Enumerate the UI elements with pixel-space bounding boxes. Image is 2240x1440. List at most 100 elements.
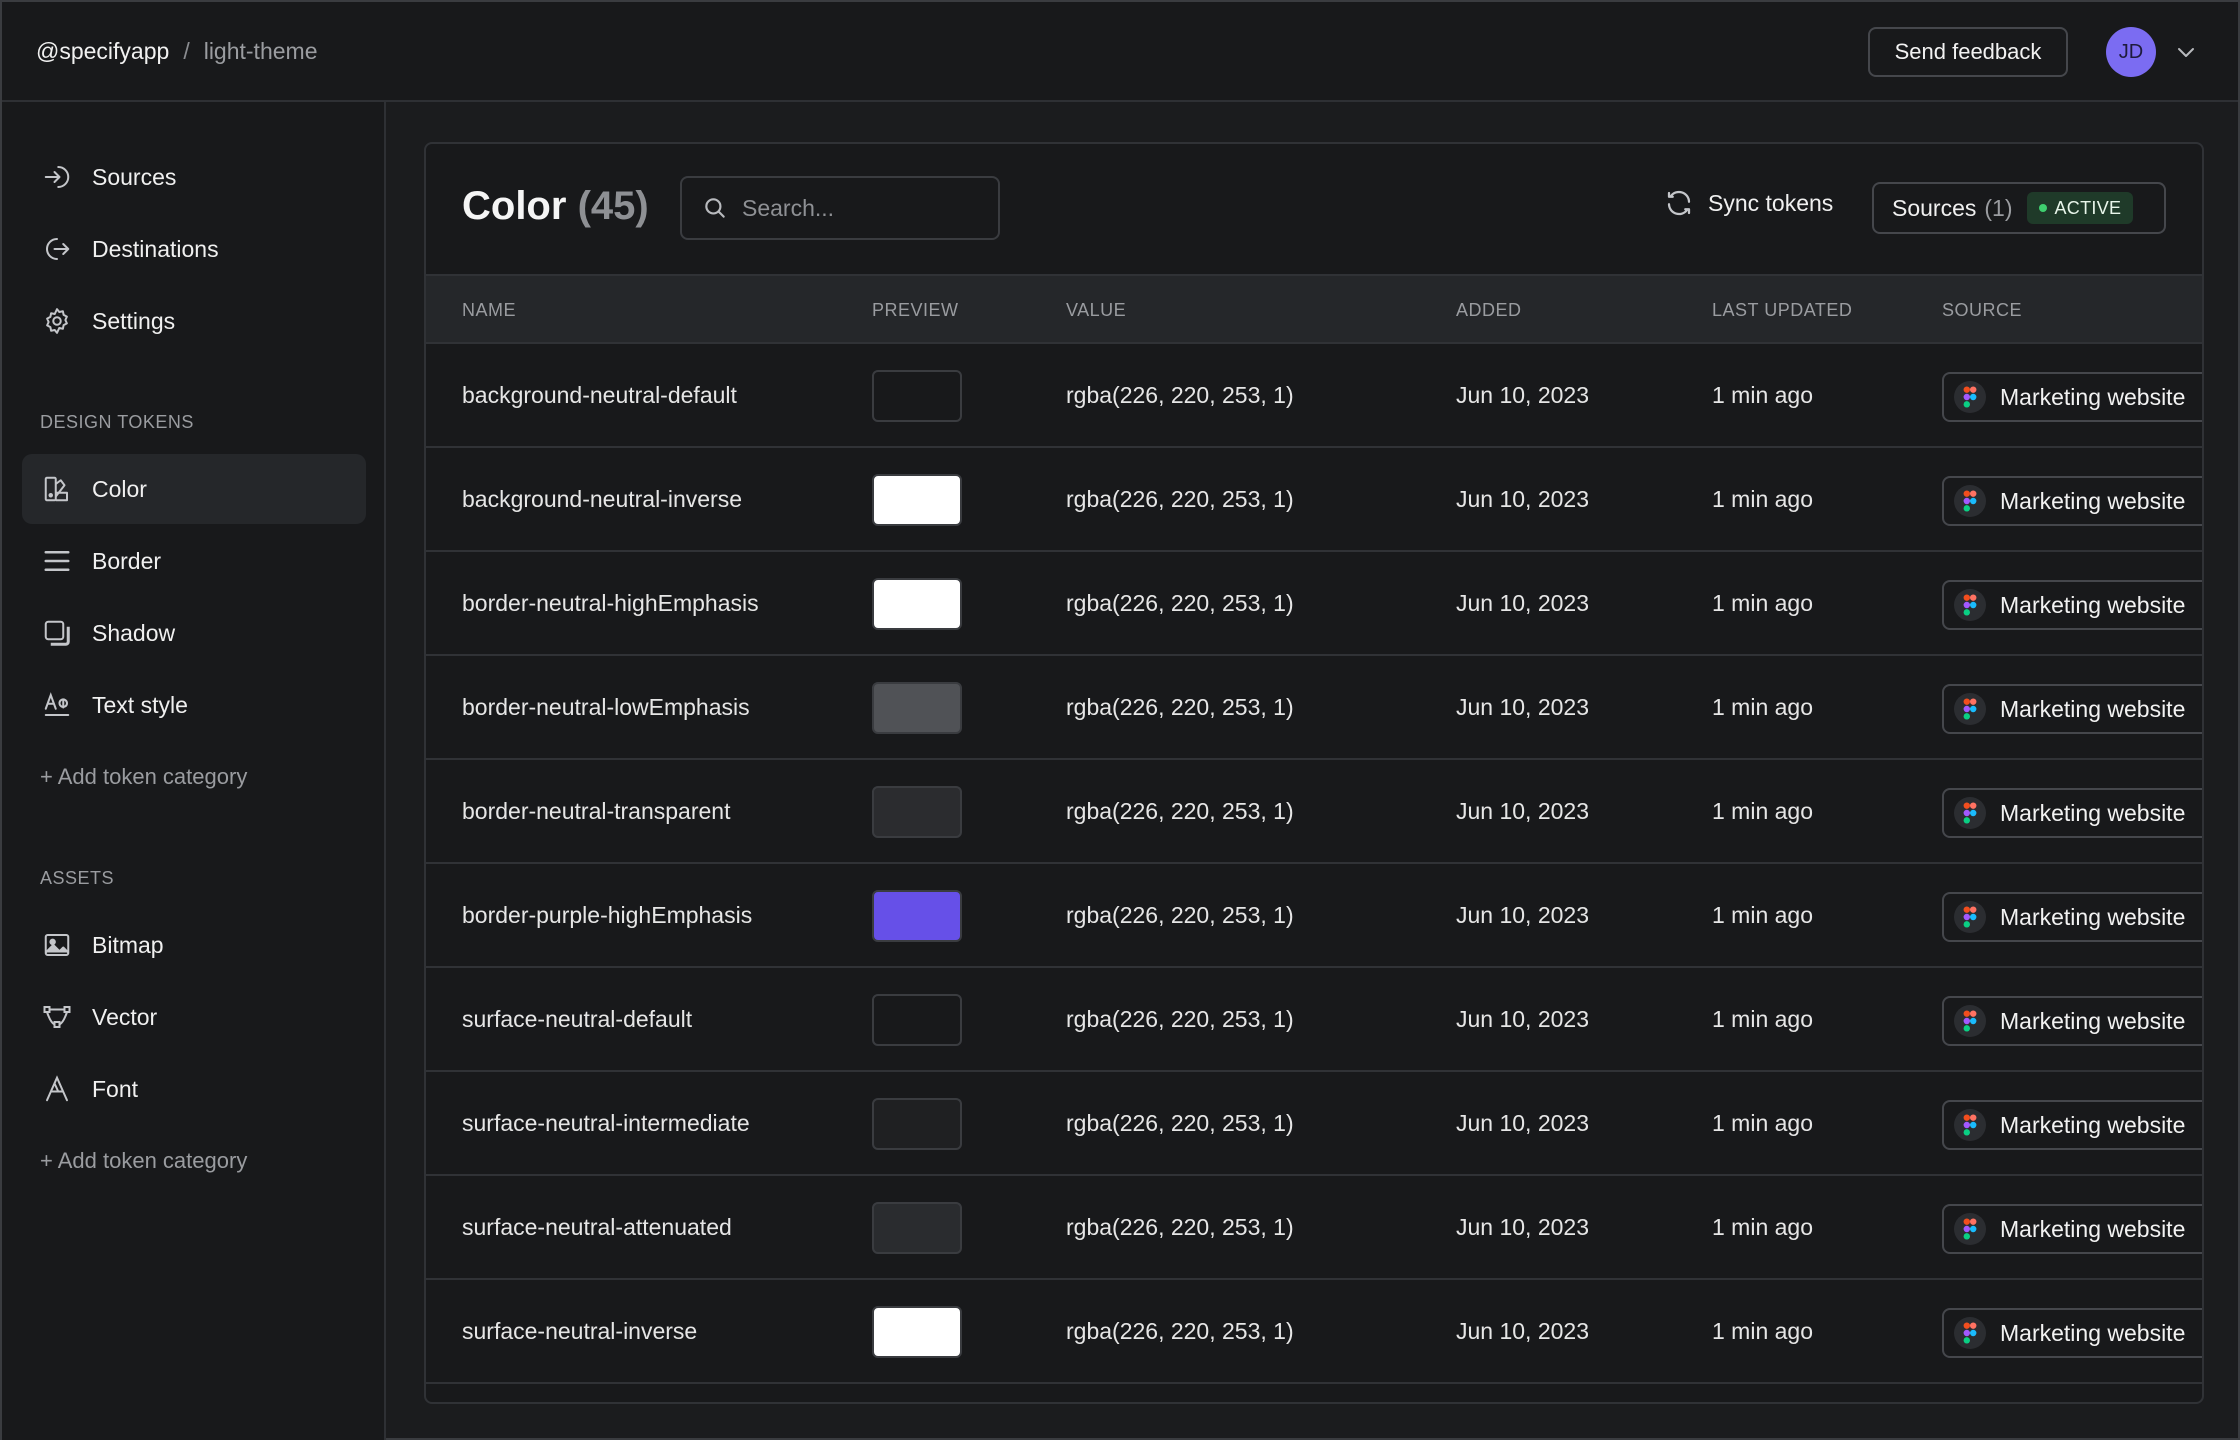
token-name: surface-neutral-inverse [462,1318,698,1344]
panel-header: Color (45) Sync tokens Sources (1) ACTIV… [426,144,2202,274]
token-added-date: Jun 10, 2023 [1456,486,1590,512]
table-row[interactable]: background-neutral-default rgba(226, 220,… [426,344,2202,448]
table-header: NAME PREVIEW VALUE ADDED LAST UPDATED SO… [426,274,2202,344]
sidebar-item-text-style[interactable]: Text style [22,670,366,740]
sidebar: Sources Destinations Settings DESIGN TOK… [2,102,386,1440]
search-box[interactable] [680,176,1000,240]
token-name: surface-neutral-attenuated [462,1214,732,1240]
search-input[interactable] [742,194,982,222]
arrow-out-icon [40,232,74,266]
sidebar-item-sources[interactable]: Sources [22,142,366,212]
table-row[interactable]: surface-neutral-intermediate rgba(226, 22… [426,1072,2202,1176]
token-value: rgba(226, 220, 253, 1) [1066,902,1294,928]
top-bar: @specifyapp / light-theme Send feedback … [2,2,2238,102]
source-button[interactable]: Marketing website [1942,684,2202,734]
page-title: Color (45) [462,184,649,229]
token-last-updated: 1 min ago [1712,382,1814,408]
table-row[interactable]: surface-neutral-inverse rgba(226, 220, 25… [426,1280,2202,1384]
vector-icon [40,1000,74,1034]
design-tokens-heading: DESIGN TOKENS [40,412,194,432]
status-dot [2038,204,2047,212]
avatar[interactable]: JD [2106,27,2156,77]
sidebar-item-shadow[interactable]: Shadow [22,598,366,668]
send-feedback-button[interactable]: Send feedback [1868,27,2068,77]
table-row[interactable]: surface-neutral-attenuated rgba(226, 220,… [426,1176,2202,1280]
source-label: Marketing website [2000,591,2186,618]
source-button[interactable]: Marketing website [1942,892,2202,942]
token-value: rgba(226, 220, 253, 1) [1066,590,1294,616]
sync-tokens-button[interactable]: Sync tokens [1664,188,1833,218]
figma-icon [1954,693,1986,725]
source-label: Marketing website [2000,1319,2186,1346]
source-label: Marketing website [2000,903,2186,930]
token-value: rgba(226, 220, 253, 1) [1066,798,1294,824]
shadow-icon [40,616,74,650]
color-swatch [872,890,962,942]
source-label: Marketing website [2000,487,2186,514]
token-value: rgba(226, 220, 253, 1) [1066,1318,1294,1344]
token-last-updated: 1 min ago [1712,1318,1814,1344]
source-button[interactable]: Marketing website [1942,1308,2202,1358]
token-value: rgba(226, 220, 253, 1) [1066,1214,1294,1240]
breadcrumb-org[interactable]: @specifyapp [36,38,169,65]
add-asset-category-link[interactable]: + Add token category [40,1148,247,1174]
table-row[interactable]: border-neutral-transparent rgba(226, 220,… [426,760,2202,864]
column-header-last-updated[interactable]: LAST UPDATED [1712,300,1852,321]
tokens-panel: Color (45) Sync tokens Sources (1) ACTIV… [424,142,2204,1404]
figma-icon [1954,1317,1986,1349]
sidebar-item-settings[interactable]: Settings [22,286,366,356]
table-row[interactable]: border-neutral-highEmphasis rgba(226, 220… [426,552,2202,656]
token-last-updated: 1 min ago [1712,486,1814,512]
sidebar-item-destinations[interactable]: Destinations [22,214,366,284]
figma-icon [1954,485,1986,517]
column-header-preview[interactable]: PREVIEW [872,300,959,321]
color-swatch [872,1306,962,1358]
breadcrumb-project[interactable]: light-theme [204,38,318,65]
sidebar-item-bitmap[interactable]: Bitmap [22,910,366,980]
add-token-category-link[interactable]: + Add token category [40,764,247,790]
token-last-updated: 1 min ago [1712,590,1814,616]
column-header-added[interactable]: ADDED [1456,300,1522,321]
token-value: rgba(226, 220, 253, 1) [1066,1006,1294,1032]
token-name: border-neutral-lowEmphasis [462,694,750,720]
color-swatch [872,474,962,526]
sidebar-item-label: Font [92,1075,139,1102]
token-last-updated: 1 min ago [1712,902,1814,928]
source-button[interactable]: Marketing website [1942,996,2202,1046]
status-badge-label: ACTIVE [2054,197,2122,218]
sidebar-item-label: Bitmap [92,931,164,958]
sidebar-item-color[interactable]: Color [22,454,366,524]
column-header-value[interactable]: VALUE [1066,300,1126,321]
source-button[interactable]: Marketing website [1942,372,2202,422]
page-title-text: Color [462,184,567,228]
table-row[interactable]: background-neutral-inverse rgba(226, 220,… [426,448,2202,552]
column-header-name[interactable]: NAME [462,300,516,321]
source-label: Marketing website [2000,799,2186,826]
source-button[interactable]: Marketing website [1942,580,2202,630]
source-button[interactable]: Marketing website [1942,1100,2202,1150]
sidebar-item-vector[interactable]: Vector [22,982,366,1052]
table-row[interactable]: border-neutral-lowEmphasis rgba(226, 220,… [426,656,2202,760]
token-value: rgba(226, 220, 253, 1) [1066,694,1294,720]
figma-icon [1954,381,1986,413]
sidebar-item-border[interactable]: Border [22,526,366,596]
table-row[interactable]: surface-neutral-default rgba(226, 220, 25… [426,968,2202,1072]
color-swatch [872,1202,962,1254]
gear-icon [40,304,74,338]
token-name: surface-neutral-intermediate [462,1110,750,1136]
token-added-date: Jun 10, 2023 [1456,1006,1590,1032]
chevron-down-icon[interactable] [2174,40,2198,64]
sources-filter-button[interactable]: Sources (1) ACTIVE [1872,182,2166,234]
source-button[interactable]: Marketing website [1942,1204,2202,1254]
source-button[interactable]: Marketing website [1942,476,2202,526]
image-icon [40,928,74,962]
column-header-source[interactable]: SOURCE [1942,300,2022,321]
arrow-in-icon [40,160,74,194]
table-row[interactable]: border-purple-highEmphasis rgba(226, 220,… [426,864,2202,968]
sidebar-item-font[interactable]: Font [22,1054,366,1124]
token-added-date: Jun 10, 2023 [1456,798,1590,824]
token-value: rgba(226, 220, 253, 1) [1066,382,1294,408]
token-added-date: Jun 10, 2023 [1456,694,1590,720]
source-label: Marketing website [2000,1215,2186,1242]
source-button[interactable]: Marketing website [1942,788,2202,838]
